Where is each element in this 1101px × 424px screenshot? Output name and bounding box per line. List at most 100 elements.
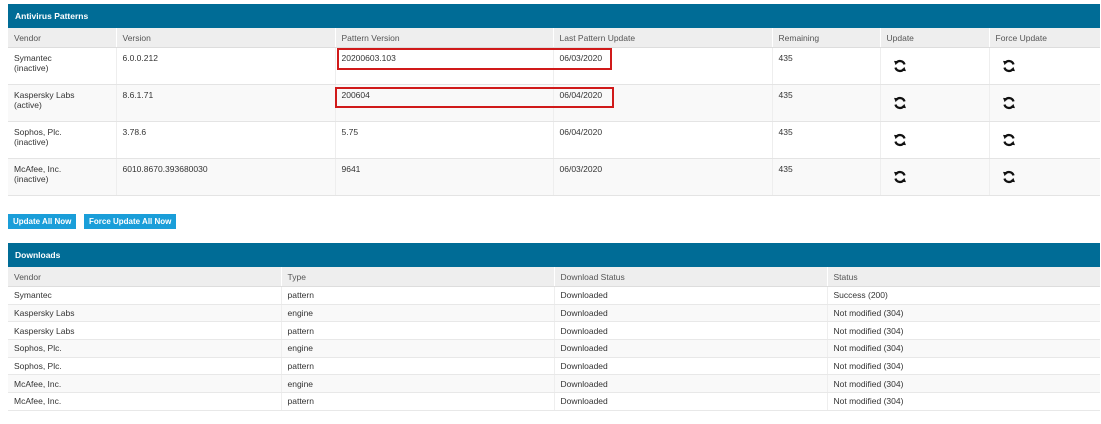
status-cell: Not modified (304) [826, 357, 1100, 376]
status-cell: Not modified (304) [826, 304, 1100, 323]
update-cell [879, 47, 989, 85]
remaining-cell: 435 [771, 158, 880, 196]
download-status-cell: Downloaded [553, 286, 827, 305]
force-update-refresh-icon[interactable] [1002, 133, 1016, 147]
remaining-cell: 435 [771, 121, 880, 159]
remaining-cell: 435 [771, 84, 880, 122]
force-update-refresh-icon[interactable] [1002, 59, 1016, 73]
vendor-state: (inactive) [14, 137, 49, 147]
table-row: Kaspersky Labs pattern Downloaded Not modif… [8, 321, 1100, 341]
force-update-cell [988, 84, 1100, 122]
last-update-cell: 06/03/2020 [552, 158, 772, 196]
table-row: Kaspersky Labs engine Downloaded Not modifi… [8, 304, 1100, 323]
downloads-title: Downloads [8, 243, 1100, 267]
column-header-remaining[interactable]: Remaining [771, 28, 880, 48]
column-header-update: Update [879, 28, 989, 48]
table-row: Sophos, Plc. pattern Downloaded Not modifie… [8, 357, 1100, 376]
type-cell: pattern [280, 392, 554, 411]
table-row: McAfee, Inc. (inactive) 6010.8670.39368003… [8, 158, 1100, 196]
pattern-version-cell: 200604 [334, 84, 553, 122]
downloads-table: Vendor Type Download Status Status Syman… [8, 267, 1100, 411]
last-update-cell: 06/03/2020 [552, 47, 772, 85]
column-header-force-update: Force Update [988, 28, 1100, 48]
antivirus-patterns-panel: Antivirus Patterns Vendor Version Patter… [8, 4, 1100, 196]
column-header-version[interactable]: Version [115, 28, 335, 48]
column-header-last-pattern-update[interactable]: Last Pattern Update [552, 28, 772, 48]
table-row: McAfee, Inc. pattern Downloaded Not modifie… [8, 392, 1100, 411]
column-header-pattern-version[interactable]: Pattern Version [334, 28, 553, 48]
table-row: Sophos, Plc. engine Downloaded Not modified… [8, 339, 1100, 358]
pattern-version-cell: 5.75 [334, 121, 553, 159]
last-update-cell: 06/04/2020 [552, 84, 772, 122]
column-header-status[interactable]: Status [826, 267, 1100, 287]
update-refresh-icon[interactable] [893, 59, 907, 73]
force-update-cell [988, 47, 1100, 85]
force-update-cell [988, 158, 1100, 196]
force-update-cell [988, 121, 1100, 159]
status-cell: Not modified (304) [826, 374, 1100, 394]
force-update-refresh-icon[interactable] [1002, 170, 1016, 184]
download-status-cell: Downloaded [553, 392, 827, 411]
column-header-type[interactable]: Type [280, 267, 554, 287]
update-all-now-button[interactable]: Update All Now [8, 214, 77, 229]
status-cell: Not modified (304) [826, 392, 1100, 411]
last-update-cell: 06/04/2020 [552, 121, 772, 159]
type-cell: engine [280, 304, 554, 323]
vendor-cell: Sophos, Plc. (inactive) [8, 121, 116, 159]
vendor-state: (active) [14, 100, 42, 110]
vendor-cell: Kaspersky Labs [8, 321, 281, 341]
downloads-panel: Downloads Vendor Type Download Status St… [8, 243, 1100, 411]
table-row: McAfee, Inc. engine Downloaded Not modified… [8, 374, 1100, 394]
version-cell: 6.0.0.212 [115, 47, 335, 85]
status-cell: Success (200) [826, 286, 1100, 305]
vendor-cell: Symantec [8, 286, 281, 305]
vendor-name: Kaspersky Labs [14, 90, 75, 100]
version-cell: 3.78.6 [115, 121, 335, 159]
vendor-name: Symantec [14, 53, 52, 63]
column-header-vendor[interactable]: Vendor [8, 267, 281, 287]
type-cell: engine [280, 339, 554, 358]
table-row: Symantec (inactive) 6.0.0.212 20200603.103 0… [8, 47, 1100, 85]
update-cell [879, 84, 989, 122]
vendor-cell: McAfee, Inc. [8, 374, 281, 394]
vendor-name: McAfee, Inc. [14, 164, 62, 174]
download-status-cell: Downloaded [553, 304, 827, 323]
table-row: Kaspersky Labs (active) 8.6.1.71 200604 06/0… [8, 84, 1100, 122]
vendor-cell: McAfee, Inc. (inactive) [8, 158, 116, 196]
force-update-all-now-button[interactable]: Force Update All Now [84, 214, 177, 229]
pattern-version-cell: 9641 [334, 158, 553, 196]
vendor-cell: Kaspersky Labs (active) [8, 84, 116, 122]
update-refresh-icon[interactable] [893, 170, 907, 184]
version-cell: 8.6.1.71 [115, 84, 335, 122]
antivirus-patterns-table: Vendor Version Pattern Version Last Patt… [8, 28, 1100, 196]
update-refresh-icon[interactable] [893, 133, 907, 147]
type-cell: pattern [280, 357, 554, 376]
column-header-download-status[interactable]: Download Status [553, 267, 827, 287]
remaining-cell: 435 [771, 47, 880, 85]
type-cell: pattern [280, 286, 554, 305]
antivirus-patterns-title: Antivirus Patterns [8, 4, 1100, 28]
download-status-cell: Downloaded [553, 339, 827, 358]
status-cell: Not modified (304) [826, 339, 1100, 358]
type-cell: engine [280, 374, 554, 394]
vendor-cell: Kaspersky Labs [8, 304, 281, 323]
download-status-cell: Downloaded [553, 321, 827, 341]
status-cell: Not modified (304) [826, 321, 1100, 341]
table-header-row: Vendor Version Pattern Version Last Patt… [8, 28, 1100, 48]
vendor-name: Sophos, Plc. [14, 127, 62, 137]
vendor-state: (inactive) [14, 63, 49, 73]
type-cell: pattern [280, 321, 554, 341]
force-update-refresh-icon[interactable] [1002, 96, 1016, 110]
column-header-vendor[interactable]: Vendor [8, 28, 116, 48]
table-row: Sophos, Plc. (inactive) 3.78.6 5.75 06/04/20… [8, 121, 1100, 159]
table-header-row: Vendor Type Download Status Status [8, 267, 1100, 287]
download-status-cell: Downloaded [553, 374, 827, 394]
update-cell [879, 158, 989, 196]
vendor-cell: Sophos, Plc. [8, 339, 281, 358]
vendor-state: (inactive) [14, 174, 49, 184]
pattern-version-cell: 20200603.103 [334, 47, 553, 85]
download-status-cell: Downloaded [553, 357, 827, 376]
table-row: Symantec pattern Downloaded Success (200) [8, 286, 1100, 305]
update-refresh-icon[interactable] [893, 96, 907, 110]
update-cell [879, 121, 989, 159]
